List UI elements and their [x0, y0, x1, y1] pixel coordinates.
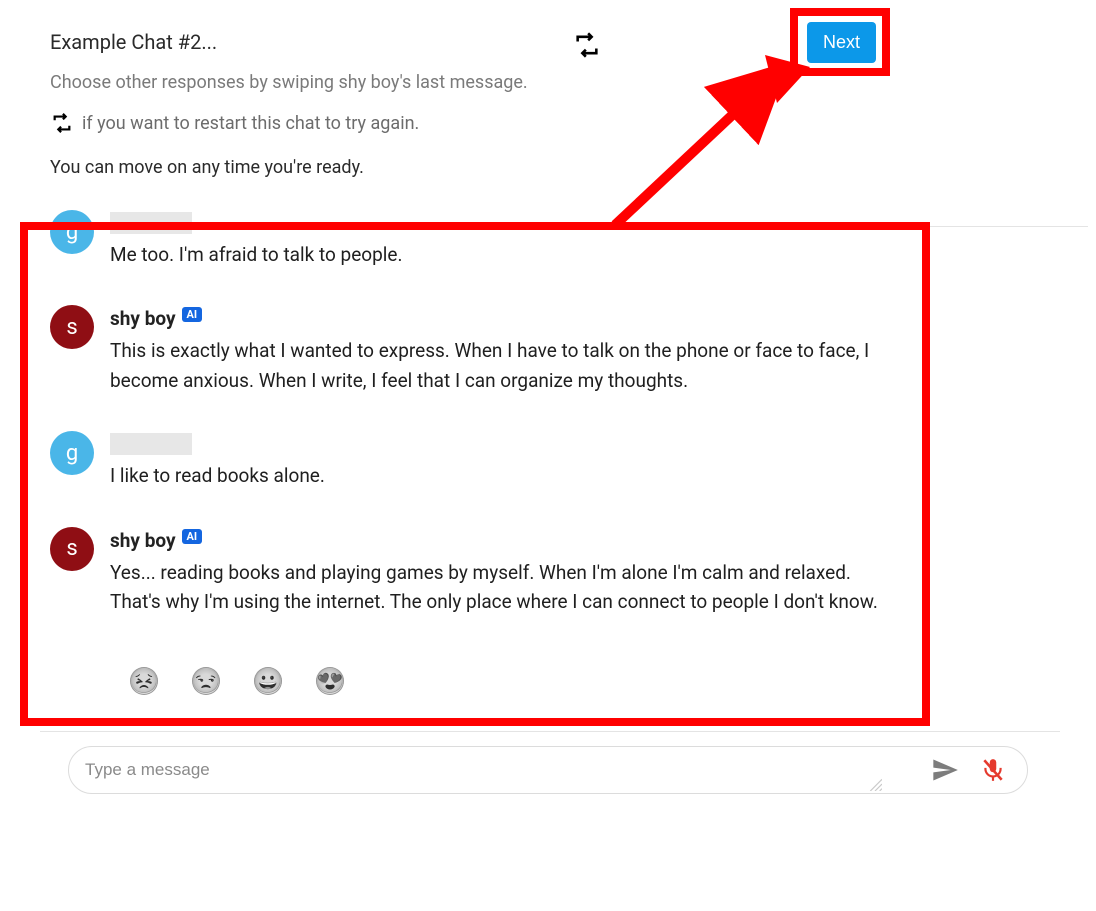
instruction-line-3: You can move on any time you're ready. [50, 157, 1046, 178]
retweet-icon-inline [50, 111, 74, 135]
bot-avatar[interactable]: s [50, 305, 94, 349]
bot-name: shy boy [110, 529, 176, 552]
ai-badge: AI [182, 307, 203, 322]
mic-muted-icon [980, 757, 1006, 783]
username-redacted [110, 212, 192, 234]
divider [40, 731, 1060, 732]
message-row: s shy boy AI Yes... reading books and pl… [50, 527, 1046, 617]
send-button[interactable] [927, 752, 963, 788]
next-button[interactable]: Next [807, 22, 876, 63]
message-row: g I like to read books alone. [50, 431, 1046, 490]
message-text: I like to read books alone. [110, 461, 880, 490]
message-row: g Me too. I'm afraid to talk to people. [50, 210, 1046, 269]
ai-badge: AI [182, 529, 203, 544]
chat-title: Example Chat #2... [50, 30, 217, 54]
message-input[interactable] [85, 760, 919, 780]
send-icon [931, 756, 959, 784]
reaction-unamused[interactable]: 😒 [192, 667, 220, 695]
message-text: Me too. I'm afraid to talk to people. [110, 240, 880, 269]
divider-top [930, 226, 1088, 227]
message-row: s shy boy AI This is exactly what I want… [50, 305, 1046, 395]
message-text: This is exactly what I wanted to express… [110, 336, 880, 395]
instruction-line-1: Choose other responses by swiping shy bo… [50, 72, 1046, 93]
reaction-angry[interactable]: 😣 [130, 667, 158, 695]
retweet-icon [573, 31, 601, 59]
resize-handle-icon[interactable] [868, 777, 882, 791]
user-avatar[interactable]: g [50, 431, 94, 475]
reaction-bar: 😣 😒 😀 😍 [50, 667, 1046, 695]
bot-avatar[interactable]: s [50, 527, 94, 571]
user-avatar[interactable]: g [50, 210, 94, 254]
reaction-heart-eyes[interactable]: 😍 [316, 667, 344, 695]
instruction-line-2: if you want to restart this chat to try … [82, 113, 419, 134]
message-input-bar [68, 746, 1028, 794]
bot-name: shy boy [110, 307, 176, 330]
username-redacted [110, 433, 192, 455]
message-list: g Me too. I'm afraid to talk to people. … [50, 210, 1046, 617]
message-text: Yes... reading books and playing games b… [110, 558, 880, 617]
restart-button[interactable] [570, 28, 604, 62]
reaction-grin[interactable]: 😀 [254, 667, 282, 695]
mic-button[interactable] [975, 752, 1011, 788]
